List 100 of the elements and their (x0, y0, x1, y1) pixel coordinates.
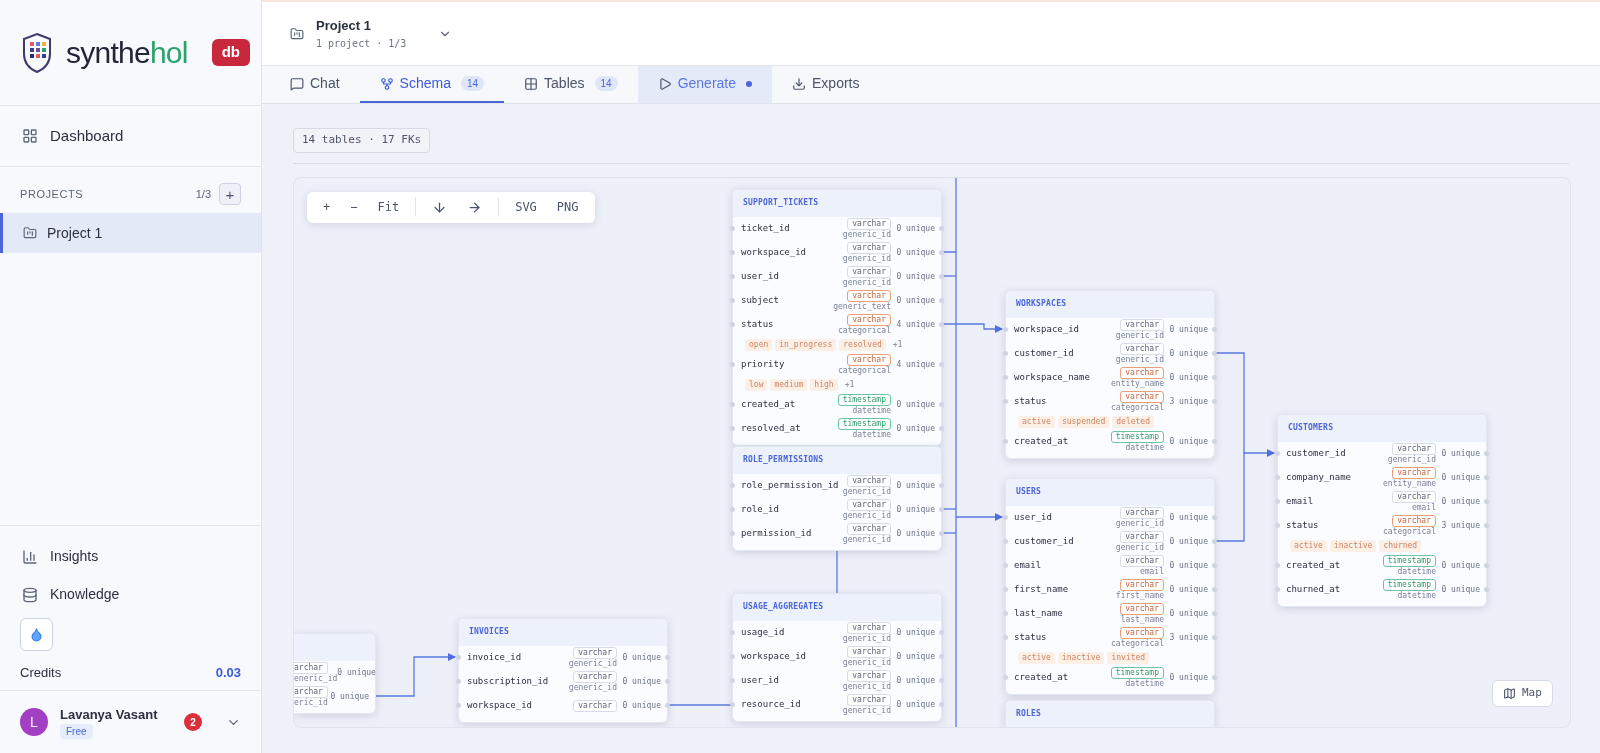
table-card[interactable] (732, 188, 942, 446)
value-chip: active (1018, 651, 1055, 664)
table-title: ROLES (1016, 708, 1042, 720)
user-avatar[interactable]: L (20, 708, 48, 736)
unique-count: 0 unique (1168, 323, 1208, 336)
column-name: permission_id (741, 526, 813, 540)
unique-count: 0 unique (895, 294, 935, 307)
unique-count: 0 unique (895, 222, 935, 235)
project-count: 1/3 (195, 186, 211, 202)
toolbar-button[interactable]: − (342, 195, 366, 219)
column-name: ticket_id (741, 221, 791, 235)
type-tag: varchar (1392, 466, 1436, 479)
map-button[interactable]: Map (1492, 679, 1553, 707)
plan-badge: Free (60, 724, 93, 740)
semantic-label: generic_id (842, 486, 891, 497)
schema-summary: 14 tables · 17 FKs (293, 128, 431, 153)
semantic-label: categorical (1111, 638, 1164, 649)
type-tag: varchar (847, 474, 891, 487)
semantic-label: categorical (838, 325, 891, 336)
map-icon (1503, 686, 1516, 700)
column-name: workspace_id (741, 245, 808, 259)
add-project-button[interactable]: + (219, 183, 241, 205)
column-name: user_id (1014, 510, 1053, 524)
unique-count: 0 unique (621, 651, 661, 664)
unique-count: 0 unique (895, 503, 935, 516)
unique-count: 0 unique (1168, 559, 1208, 572)
type-tag: varchar (1392, 442, 1436, 455)
table-card[interactable]: ROLES (1005, 699, 1215, 727)
value-chip: inactive (1329, 539, 1377, 552)
type-tag: varchar (847, 265, 891, 278)
tab[interactable]: Tables 14 (504, 66, 638, 103)
toolbar-button[interactable]: PNG (548, 195, 587, 219)
unique-count: 4 unique (895, 318, 935, 331)
unique-count: 4 unique (895, 358, 935, 371)
project-item[interactable]: Project 1 (0, 213, 261, 253)
semantic-label: categorical (838, 365, 891, 376)
unique-count: 0 unique (1168, 607, 1208, 620)
table-card[interactable] (1277, 413, 1487, 607)
toolbar-button[interactable]: SVG (507, 195, 545, 219)
column-name: invoice_id (467, 650, 523, 664)
unique-count: 0 unique (1168, 371, 1208, 384)
table-card[interactable] (1005, 289, 1215, 459)
value-chip: active (1290, 539, 1327, 552)
toolbar-button[interactable]: + (315, 195, 339, 219)
column-name: customer_id (1286, 446, 1347, 460)
column-name: customer_id (1014, 534, 1075, 548)
value-chip: inactive (1057, 651, 1105, 664)
column-name: subject (741, 293, 780, 307)
unique-count: 0 unique (895, 527, 935, 540)
type-tag: varchar (1120, 554, 1164, 567)
unique-count: 0 unique (1168, 671, 1208, 684)
type-tag: timestamp (1110, 666, 1164, 679)
tab[interactable]: Chat (270, 66, 360, 103)
column-name: workspace_name (1014, 370, 1091, 384)
unique-count: 3 unique (1440, 519, 1480, 532)
column-name: churned_at (1286, 582, 1342, 596)
type-tag: varchar (1120, 366, 1164, 379)
unique-count: 3 unique (1168, 631, 1208, 644)
semantic-label: eric_id (294, 697, 328, 708)
notification-badge[interactable]: 2 (184, 713, 202, 731)
bar-chart-icon (22, 548, 38, 565)
type-tag: archar (294, 685, 328, 698)
column-name: user_id (741, 673, 780, 687)
type-tag: timestamp (1382, 554, 1436, 567)
nav-item[interactable]: Dashboard (12, 118, 249, 154)
column-name: workspace_id (741, 649, 808, 663)
brand-badge: db (211, 39, 250, 66)
nav-item[interactable]: Insights (12, 537, 249, 576)
arrow-down-icon (432, 199, 448, 215)
semantic-label: generic_id (1115, 518, 1164, 529)
column-name: user_id (741, 269, 780, 283)
type-tag: varchar (1120, 578, 1164, 591)
table-card[interactable] (1005, 477, 1215, 695)
type-tag: varchar (573, 699, 617, 712)
column-name: status (741, 317, 775, 331)
type-tag: varchar (847, 498, 891, 511)
droplet-button[interactable] (20, 617, 53, 651)
unique-count: 0 unique (621, 675, 661, 688)
type-tag: varchar (847, 289, 891, 302)
unique-count: 0 unique (895, 270, 935, 283)
value-chip: deleted (1112, 415, 1154, 428)
type-tag: varchar (847, 669, 891, 682)
type-tag: timestamp (837, 417, 891, 430)
more-count: +1 (892, 338, 903, 351)
unique-count: 0 unique (1168, 511, 1208, 524)
table-title: INVOICES (469, 626, 510, 638)
arrow-right-icon (467, 199, 483, 215)
column-name: workspace_id (1014, 322, 1081, 336)
toolbar-button[interactable]: Fit (369, 195, 408, 219)
tab[interactable]: Exports (772, 66, 880, 103)
nav-item[interactable]: Knowledge (12, 575, 249, 614)
type-tag: timestamp (837, 393, 891, 406)
type-tag: varchar (847, 217, 891, 230)
type-tag: varchar (573, 646, 617, 659)
type-tag: varchar (1120, 506, 1164, 519)
dashboard-icon (22, 128, 38, 144)
column-name: customer_id (1014, 346, 1075, 360)
semantic-label: generic_id (1115, 542, 1164, 553)
column-name: first_name (1014, 582, 1070, 596)
droplet-icon (29, 626, 44, 642)
